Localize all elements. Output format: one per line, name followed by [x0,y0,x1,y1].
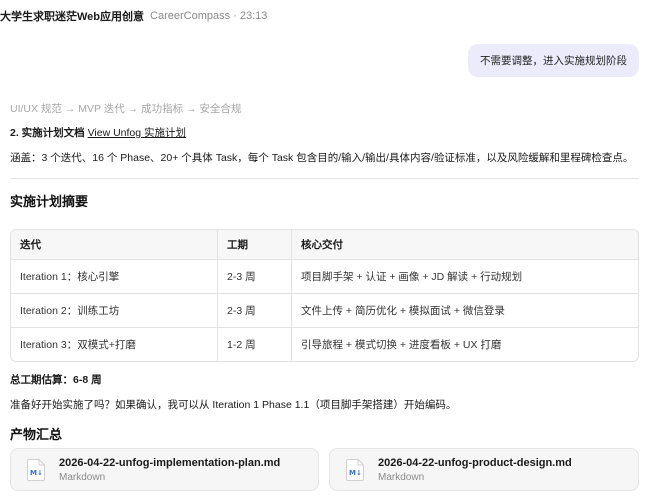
table-row: Iteration 2：训练工坊 2-3 周 文件上传 + 简历优化 + 模拟面… [11,293,638,327]
file-name: 2026-04-22-unfog-implementation-plan.md [59,456,281,469]
conversation-header: 大学生求职迷茫Web应用创意 CareerCompass · 23:13 [0,6,267,26]
faded-previous-line: UI/UX 规范 → MVP 迭代 → 成功指标 → 安全合规 [10,103,242,115]
table-cell-duration: 1-2 周 [217,328,291,361]
plan-summary-heading: 实施计划摘要 [10,194,89,209]
table-cell-iteration: Iteration 1：核心引擎 [20,271,120,283]
table-cell-duration: 2-3 周 [217,294,291,327]
plan-summary-text: 涵盖：3 个迭代、16 个 Phase、20+ 个具体 Task，每个 Task… [10,152,634,164]
conversation-meta: CareerCompass · 23:13 [150,10,268,22]
file-text: 2026-04-22-unfog-implementation-plan.md … [59,457,280,483]
svg-text:M↓: M↓ [30,469,43,477]
iteration-table: 迭代 工期 核心交付 Iteration 1：核心引擎 2-3 周 项目脚手架 … [10,229,639,362]
table-header-row: 迭代 工期 核心交付 [11,230,638,259]
svg-text:M↓: M↓ [349,469,362,477]
table-cell-deliverables: 项目脚手架 + 认证 + 画像 + JD 解读 + 行动规划 [291,260,638,293]
file-card-product-design[interactable]: M↓ 2026-04-22-unfog-product-design.md Ma… [329,448,639,491]
table-cell-deliverables: 文件上传 + 简历优化 + 模拟面试 + 微信登录 [291,294,638,327]
view-plan-link[interactable]: View Unfog 实施计划 [88,127,186,139]
table-row: Iteration 3：双模式+打磨 1-2 周 引导旅程 + 模式切换 + 进… [11,327,638,361]
table-row: Iteration 1：核心引擎 2-3 周 项目脚手架 + 认证 + 画像 +… [11,259,638,293]
table-cell-iteration: Iteration 2：训练工坊 [20,305,120,317]
file-card-implementation-plan[interactable]: M↓ 2026-04-22-unfog-implementation-plan.… [10,448,319,491]
confirmation-question: 准备好开始实施了吗？如果确认，我可以从 Iteration 1 Phase 1.… [10,399,457,411]
plan-doc-line: 2. 实施计划文档 View Unfog 实施计划 [10,125,186,140]
table-header-iteration: 迭代 [20,239,41,251]
markdown-file-icon: M↓ [27,458,45,481]
file-type: Markdown [378,471,425,483]
user-message-bubble: 不需要调整，进入实施规划阶段 [468,44,639,77]
table-cell-duration: 2-3 周 [217,260,291,293]
table-header-deliverables: 核心交付 [291,230,638,259]
file-text: 2026-04-22-unfog-product-design.md Markd… [378,457,572,483]
file-name: 2026-04-22-unfog-product-design.md [378,456,572,469]
section-divider [10,178,639,179]
plan-doc-prefix: 2. 实施计划文档 [10,127,85,139]
conversation-title: 大学生求职迷茫Web应用创意 [0,11,145,23]
products-heading: 产物汇总 [10,427,63,442]
markdown-file-icon: M↓ [346,458,364,481]
file-type: Markdown [59,471,106,483]
table-cell-deliverables: 引导旅程 + 模式切换 + 进度看板 + UX 打磨 [291,328,638,361]
table-cell-iteration: Iteration 3：双模式+打磨 [20,339,136,351]
total-duration-estimate: 总工期估算：6-8 周 [10,374,102,386]
table-header-duration: 工期 [217,230,291,259]
